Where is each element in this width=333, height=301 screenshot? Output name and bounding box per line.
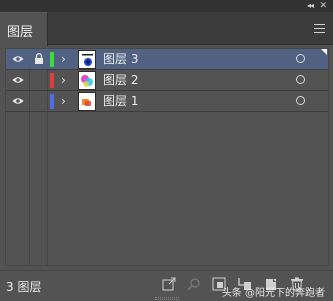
layer-color-bar: [50, 52, 54, 67]
eye-icon[interactable]: [12, 97, 24, 105]
chevron-right-icon[interactable]: ›: [61, 52, 66, 66]
layer-name[interactable]: 图层 1: [103, 94, 138, 109]
lock-icon[interactable]: [34, 53, 44, 65]
layer-name[interactable]: 图层 2: [103, 73, 138, 88]
selection-indicator: [321, 49, 327, 55]
close-icon[interactable]: ✕: [319, 1, 327, 11]
layer-thumbnail: [78, 92, 96, 111]
panel-tabbar: 图层: [0, 12, 333, 46]
target-circle-icon[interactable]: [296, 96, 305, 105]
layer-row-1[interactable]: › 图层 1: [6, 91, 328, 112]
resize-grip[interactable]: [155, 297, 179, 300]
collapse-icon[interactable]: ◂◂: [307, 1, 314, 11]
layer-color-bar: [50, 94, 54, 109]
panel-titlebar: ◂◂ ✕: [0, 0, 333, 12]
layer-color-bar: [50, 73, 54, 88]
tab-layers[interactable]: 图层: [0, 12, 48, 46]
chevron-right-icon[interactable]: ›: [61, 94, 66, 108]
layer-row-3[interactable]: › 图层 3: [6, 49, 328, 70]
target-circle-icon[interactable]: [296, 54, 305, 63]
watermark: 头条 @阳光下的奔跑者: [221, 288, 325, 299]
eye-icon[interactable]: [12, 76, 24, 84]
search-icon[interactable]: [187, 277, 201, 291]
hamburger-menu-icon[interactable]: [314, 24, 325, 33]
layer-count: 3 图层: [6, 280, 42, 294]
panel-footer: 3 图层 头条 @阳光下的奔跑者: [0, 270, 333, 301]
chevron-right-icon[interactable]: ›: [61, 73, 66, 87]
layers-list: › 图层 3 › 图层 2 › 图层 1: [5, 48, 329, 266]
layer-thumbnail: [78, 50, 96, 69]
layer-thumbnail: [78, 71, 96, 90]
layer-name[interactable]: 图层 3: [103, 52, 138, 67]
export-icon[interactable]: [162, 277, 176, 291]
target-circle-icon[interactable]: [296, 75, 305, 84]
eye-icon[interactable]: [12, 55, 24, 63]
layer-row-2[interactable]: › 图层 2: [6, 70, 328, 91]
tab-layers-label: 图层: [7, 25, 34, 40]
